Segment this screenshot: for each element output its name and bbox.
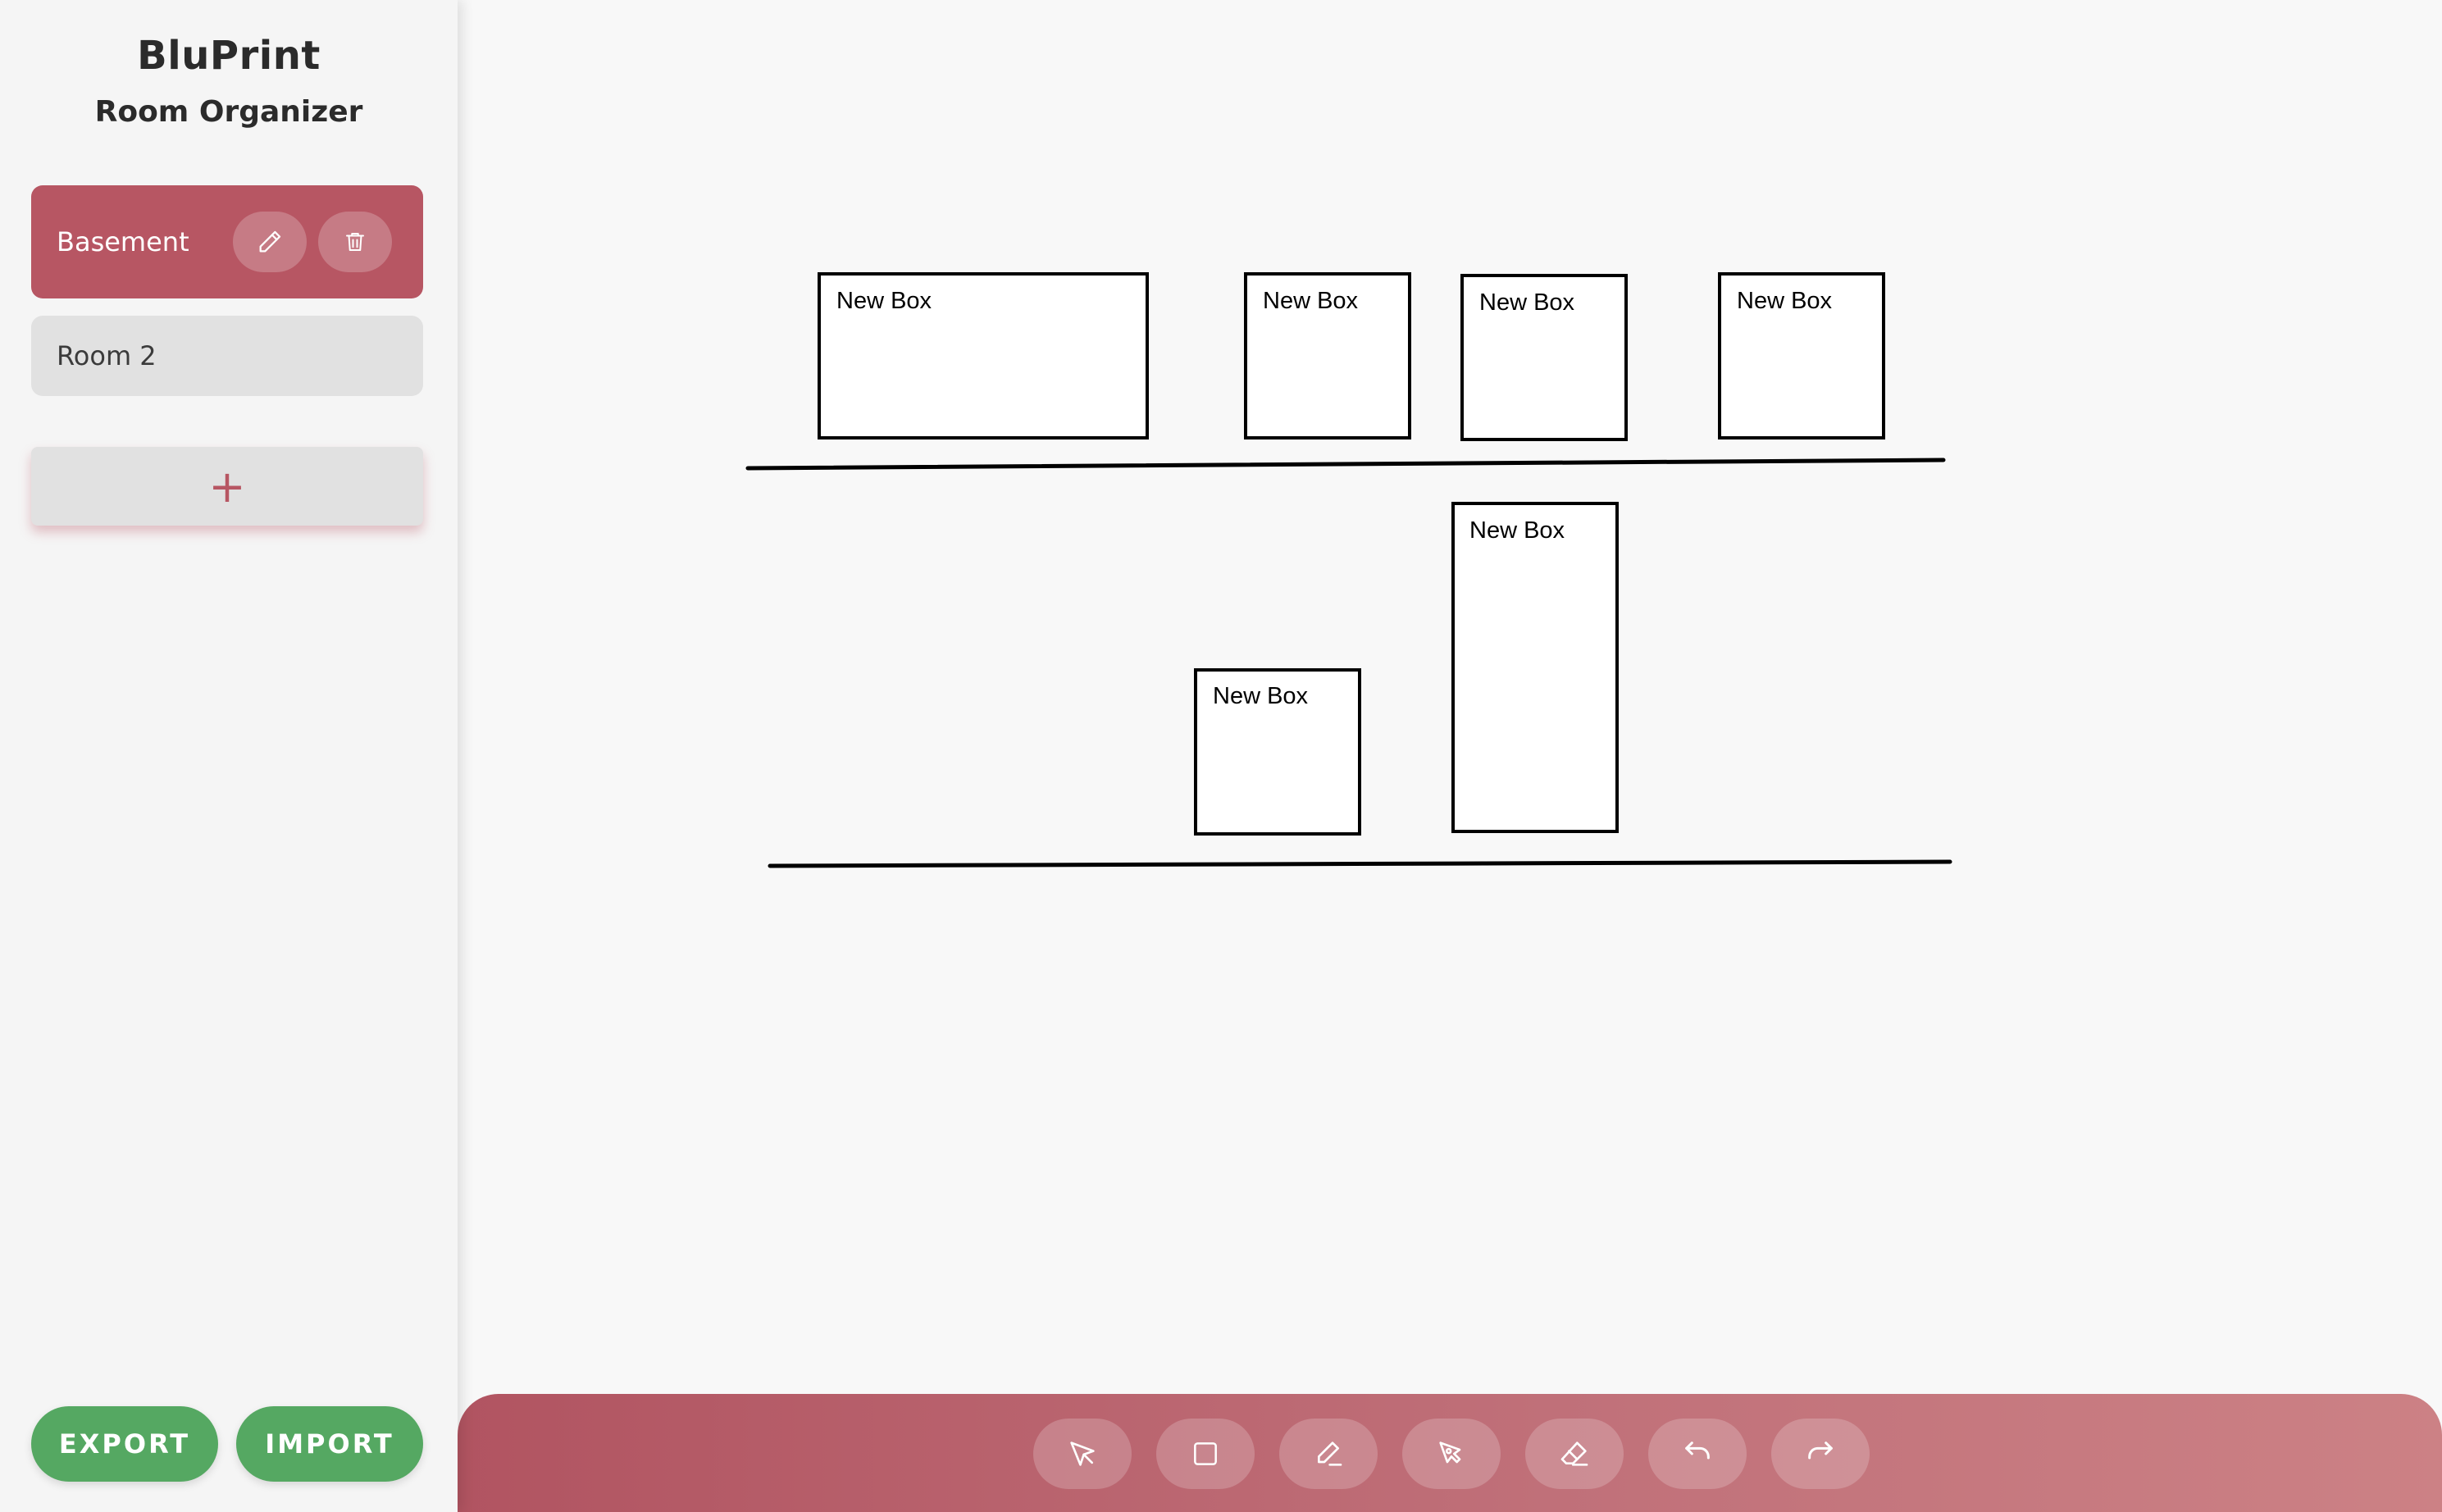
delete-room-button[interactable] [318,212,392,272]
box[interactable]: New Box [1194,668,1361,836]
box-label: New Box [1469,517,1565,544]
room-item-basement[interactable]: Basement [31,185,423,298]
cursor-arrow-icon [1070,1441,1095,1466]
box[interactable]: New Box [1718,272,1885,439]
box[interactable]: New Box [818,272,1149,439]
plus-icon: + [208,460,246,512]
box-label: New Box [1213,683,1309,709]
rectangle-tool-button[interactable] [1156,1419,1255,1489]
pencil-tool-button[interactable] [1279,1419,1378,1489]
pencil-line-icon [1318,1441,1342,1466]
pen-tool-button[interactable] [1402,1419,1501,1489]
shelf-line[interactable] [745,458,1946,471]
box[interactable]: New Box [1244,272,1411,439]
shelf-line[interactable] [768,859,1952,868]
box-label: New Box [1263,288,1359,314]
box[interactable]: New Box [1451,502,1619,833]
undo-icon [1685,1441,1710,1460]
undo-button[interactable] [1648,1419,1747,1489]
pen-nib-icon [1439,1441,1461,1464]
square-icon [1194,1442,1217,1465]
redo-button[interactable] [1771,1419,1870,1489]
trash-icon [346,233,364,251]
app-title: BluPrint [137,33,321,79]
add-room-button[interactable]: + [31,447,423,526]
box-label: New Box [1737,288,1833,314]
eraser-tool-button[interactable] [1525,1419,1624,1489]
box[interactable]: New Box [1460,274,1628,441]
select-tool-button[interactable] [1033,1419,1132,1489]
canvas-drawing: New Box New Box New Box New Box New Box … [745,272,1952,868]
eraser-icon [1560,1441,1588,1466]
drawing-toolbar [458,1394,2442,1512]
drawing-canvas[interactable]: New Box New Box New Box New Box New Box … [458,0,2442,1394]
room-actions [233,212,392,272]
room-item-room-2[interactable]: Room 2 [31,316,423,396]
redo-icon [1808,1441,1833,1460]
import-button[interactable]: IMPORT [236,1406,423,1482]
box-label: New Box [1479,289,1575,316]
app-subtitle: Room Organizer [94,95,363,129]
edit-room-button[interactable] [233,212,307,272]
room-label: Basement [57,226,189,257]
pencil-icon [259,230,281,253]
room-label: Room 2 [57,340,157,371]
box-label: New Box [836,288,932,314]
sidebar: BluPrint Room Organizer Basement Room 2 [0,0,458,1512]
export-button[interactable]: EXPORT [31,1406,218,1482]
